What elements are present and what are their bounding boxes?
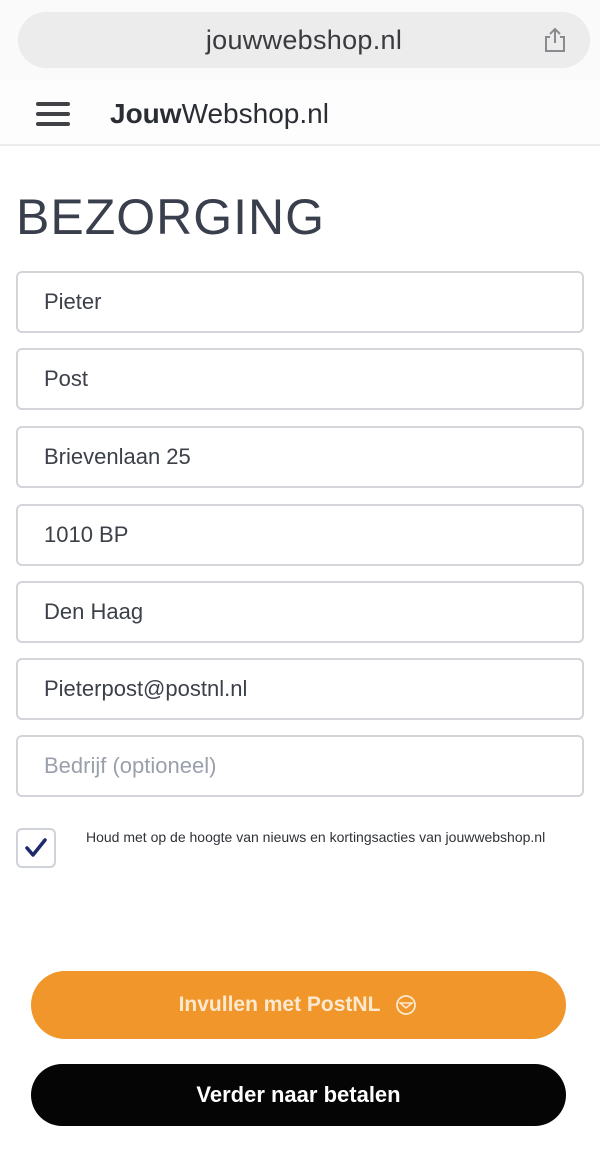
address-field[interactable] [16,426,584,488]
city-field[interactable] [16,581,584,643]
fill-with-postnl-button[interactable]: Invullen met PostNL [31,971,566,1039]
continue-to-payment-button[interactable]: Verder naar betalen [31,1064,566,1126]
checkmark-icon [25,838,47,857]
continue-button-label: Verder naar betalen [196,1082,401,1107]
postnl-button-label: Invullen met PostNL [178,993,381,1016]
share-icon[interactable] [542,26,568,54]
postnl-icon [396,995,417,1015]
company-field[interactable] [16,735,584,797]
site-header: JouwWebshop.nl [0,80,600,146]
first-name-field[interactable] [16,271,584,333]
email-field[interactable] [16,658,584,720]
newsletter-checkbox[interactable] [16,828,56,868]
postcode-field[interactable] [16,504,584,566]
url-text: jouwwebshop.nl [205,24,403,55]
brand-logo[interactable]: JouwWebshop.nl [110,98,329,130]
newsletter-label: Houd met op de hoogte van nieuws en kort… [86,829,546,845]
brand-bold: Jouw [110,98,182,129]
brand-rest: Webshop.nl [181,98,329,129]
hamburger-menu-icon[interactable] [36,102,70,126]
address-bar[interactable]: jouwwebshop.nl [18,12,590,68]
browser-toolbar: jouwwebshop.nl [0,0,600,80]
last-name-field[interactable] [16,348,584,410]
page-title: BEZORGING [16,189,326,245]
